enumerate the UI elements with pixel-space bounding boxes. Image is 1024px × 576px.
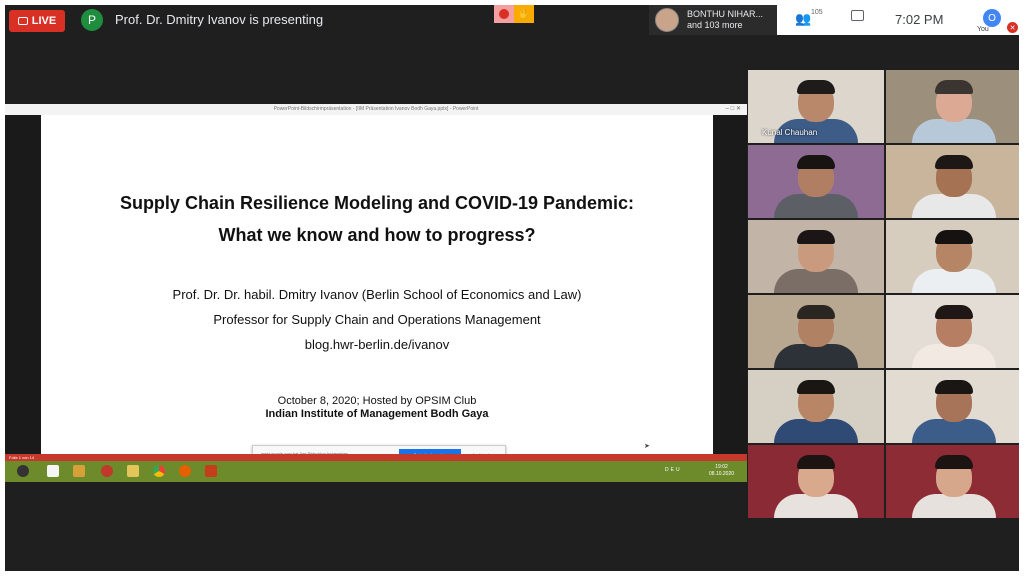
participant-body	[912, 269, 996, 293]
participant-body	[774, 344, 858, 368]
self-avatar[interactable]: O	[983, 9, 1001, 27]
participant-tile[interactable]	[886, 445, 1019, 518]
participant-tile[interactable]	[886, 70, 1019, 143]
start-menu-icon[interactable]	[17, 465, 29, 477]
meeting-controls: 👥 105 7:02 PM O You ✕	[777, 5, 1019, 35]
slide-blog-url: blog.hwr-berlin.de/ivanov	[304, 337, 450, 352]
mouse-cursor-icon: ➤	[644, 443, 650, 450]
powerpoint-icon[interactable]	[205, 465, 217, 477]
explorer-icon[interactable]	[127, 465, 139, 477]
presenter-avatar: P	[81, 9, 103, 31]
participant-hair	[797, 455, 835, 469]
participant-body	[912, 344, 996, 368]
participant-body	[774, 194, 858, 218]
participant-body	[912, 494, 996, 518]
powerpoint-window-title: PowerPoint-Bildschirmpräsentation - [IIM…	[273, 106, 479, 112]
chat-icon[interactable]	[851, 10, 864, 21]
meet-window: LIVE P Prof. Dr. Dmitry Ivanov is presen…	[5, 5, 1019, 571]
slide-institute: Indian Institute of Management Bodh Gaya	[265, 408, 489, 420]
participant-hair	[797, 230, 835, 244]
file-icon[interactable]	[47, 465, 59, 477]
reactions-chip[interactable]: ✋	[494, 5, 534, 23]
participant-grid: Kunal Chauhan	[748, 70, 1019, 520]
participant-tile[interactable]	[748, 295, 884, 368]
live-badge[interactable]: LIVE	[9, 10, 65, 32]
taskbar-clock-date: 08.10.2020	[709, 471, 735, 477]
self-label: You	[977, 26, 989, 33]
shared-screen: PowerPoint-Bildschirmpräsentation - [IIM…	[5, 104, 747, 482]
participant-body	[774, 269, 858, 293]
slide-counter: Folie 1 von 14	[9, 455, 35, 460]
powerpoint-titlebar: PowerPoint-Bildschirmpräsentation - [IIM…	[5, 104, 747, 115]
participant-hair	[797, 305, 835, 319]
participant-hair	[935, 380, 973, 394]
participant-body	[912, 419, 996, 443]
participant-hair	[935, 80, 973, 94]
hand-raise-icon: ✋	[514, 5, 534, 23]
participant-tile[interactable]	[886, 295, 1019, 368]
presenting-status-text: Prof. Dr. Dmitry Ivanov is presenting	[115, 12, 324, 27]
participant-hair	[935, 155, 973, 169]
people-count: 105	[811, 9, 823, 16]
slide-author: Prof. Dr. Dr. habil. Dmitry Ivanov (Berl…	[172, 287, 582, 302]
live-label: LIVE	[31, 15, 57, 27]
firefox-icon[interactable]	[179, 465, 191, 477]
taskbar-clock[interactable]: 19:02 08.10.2020	[709, 464, 734, 478]
chrome-icon[interactable]	[153, 465, 165, 477]
participant-body	[774, 419, 858, 443]
participant-avatar	[655, 8, 679, 32]
participant-name: BONTHU NIHAR...	[687, 9, 764, 19]
participant-tile[interactable]	[748, 370, 884, 443]
participant-hair	[797, 80, 835, 94]
participant-more-count: and 103 more	[687, 20, 743, 30]
slide-title-line2: What we know and how to progress?	[218, 225, 536, 245]
participant-hair	[797, 155, 835, 169]
participant-hair	[935, 455, 973, 469]
participant-tile[interactable]	[886, 220, 1019, 293]
mic-muted-icon: ✕	[1007, 22, 1018, 33]
participant-tile[interactable]	[748, 445, 884, 518]
participant-body	[912, 194, 996, 218]
participant-hair	[797, 380, 835, 394]
participant-hair	[935, 230, 973, 244]
participant-tile[interactable]	[748, 220, 884, 293]
participant-tile-name: Kunal Chauhan	[762, 128, 818, 137]
meeting-clock: 7:02 PM	[895, 12, 944, 27]
tray-language[interactable]: DEU	[665, 467, 682, 473]
slide-date-line: October 8, 2020; Hosted by OPSIM Club	[277, 395, 477, 407]
windows-taskbar: DEU 19:02 08.10.2020	[5, 461, 747, 482]
participant-body	[774, 494, 858, 518]
window-controls-icon: – □ ✕	[725, 106, 741, 112]
participant-hair	[935, 305, 973, 319]
slide-title-line1: Supply Chain Resilience Modeling and COV…	[119, 193, 635, 213]
taskbar-clock-time: 19:02	[715, 464, 728, 470]
participant-tile[interactable]	[886, 145, 1019, 218]
participant-tile[interactable]	[748, 145, 884, 218]
participant-body	[912, 119, 996, 143]
powerpoint-statusbar: Folie 1 von 14	[5, 454, 747, 461]
reaction-icon	[494, 5, 514, 23]
presentation-slide: Supply Chain Resilience Modeling and COV…	[41, 115, 713, 454]
participant-tile[interactable]: Kunal Chauhan	[748, 70, 884, 143]
slide-background: Supply Chain Resilience Modeling and COV…	[5, 115, 747, 454]
slide-position: Professor for Supply Chain and Operation…	[213, 312, 541, 327]
media-app-icon[interactable]	[101, 465, 113, 477]
folder-icon[interactable]	[73, 465, 85, 477]
participant-tile[interactable]	[886, 370, 1019, 443]
people-icon[interactable]: 👥	[795, 11, 811, 27]
live-stream-icon	[17, 17, 28, 25]
participants-chip[interactable]: BONTHU NIHAR... and 103 more	[649, 5, 777, 35]
